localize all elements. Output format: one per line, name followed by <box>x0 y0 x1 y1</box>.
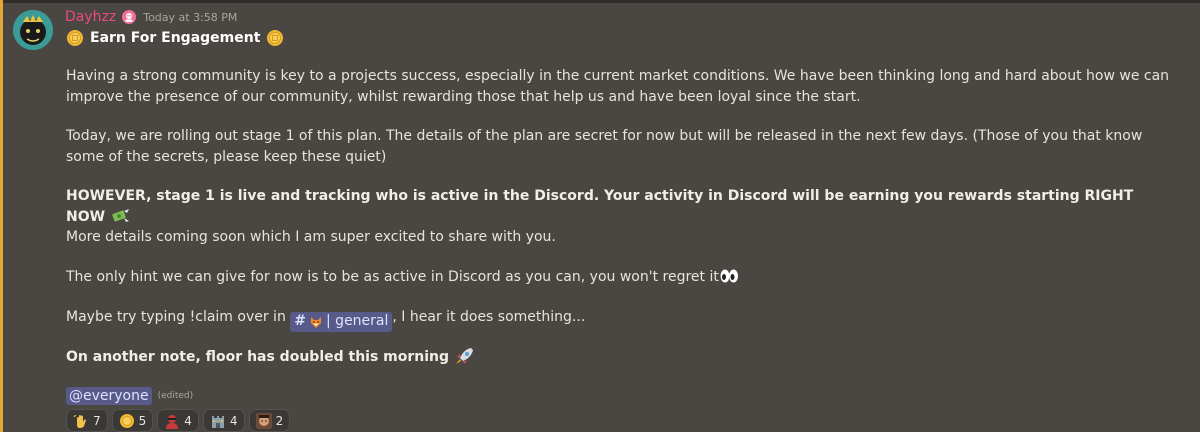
message: Dayhzz Today at 3:58 PM Earn For Engagem… <box>3 3 1198 432</box>
title-row: Earn For Engagement <box>66 27 284 49</box>
paragraph-4: More details coming soon which I am supe… <box>66 229 556 245</box>
timestamp[interactable]: Today at 3:58 PM <box>143 11 237 24</box>
avatar[interactable] <box>13 10 53 50</box>
channel-name: | general <box>326 313 389 329</box>
discord-message-frame: Dayhzz Today at 3:58 PM Earn For Engagem… <box>0 0 1200 432</box>
message-header: Dayhzz Today at 3:58 PM <box>65 8 237 26</box>
paragraph-5: The only hint we can give for now is to … <box>66 267 1171 288</box>
reactions: 7 5 4 4 2 <box>66 409 291 432</box>
avatar-image-icon <box>13 10 53 50</box>
rocket-icon <box>455 348 473 364</box>
waving-hand-icon <box>73 414 86 428</box>
paragraph-3: HOWEVER, stage 1 is live and tracking wh… <box>66 186 1171 228</box>
face-avatar-icon <box>255 412 272 429</box>
paragraph-3-text: HOWEVER, stage 1 is live and tracking wh… <box>66 188 1134 225</box>
reaction-count: 2 <box>275 413 284 428</box>
reaction-castle[interactable]: 4 <box>202 409 245 432</box>
reaction-waving-hand[interactable]: 7 <box>66 409 108 432</box>
username[interactable]: Dayhzz <box>65 9 116 25</box>
coin-icon <box>67 30 83 46</box>
reaction-coin[interactable]: 5 <box>111 409 154 432</box>
paragraph-2: Today, we are rolling out stage 1 of thi… <box>66 128 1143 165</box>
message-title: Earn For Engagement <box>90 30 261 46</box>
role-badge-icon[interactable] <box>121 9 137 25</box>
castle-icon <box>211 415 224 428</box>
reaction-count: 5 <box>138 413 147 428</box>
paragraph-7: On another note, floor has doubled this … <box>66 347 1171 368</box>
coin-icon <box>119 413 134 428</box>
paragraph-6: Maybe try typing !claim over in # | gene… <box>66 307 1171 332</box>
paragraph-6-after: , I hear it does something... <box>392 309 586 325</box>
channel-mention-general[interactable]: # | general <box>290 311 393 332</box>
paragraph-1: Having a strong community is key to a pr… <box>66 68 1170 105</box>
paragraph-5-text: The only hint we can give for now is to … <box>66 269 719 285</box>
money-with-wings-icon <box>112 209 129 222</box>
paragraph-7-text: On another note, floor has doubled this … <box>66 349 450 365</box>
paragraph-6-before: Maybe try typing !claim over in <box>66 309 286 325</box>
reaction-count: 4 <box>229 413 238 428</box>
reaction-count: 7 <box>93 413 101 428</box>
channel-hash: # <box>294 313 307 329</box>
everyone-mention[interactable]: @everyone <box>66 387 152 405</box>
person-mask-icon <box>166 414 179 429</box>
eyes-icon <box>720 269 738 283</box>
everyone-row: @everyone (edited) <box>66 387 193 405</box>
reaction-face-avatar[interactable]: 2 <box>248 409 291 432</box>
reaction-count: 4 <box>184 413 192 428</box>
coin-icon <box>267 30 284 46</box>
reaction-person-mask[interactable]: 4 <box>157 409 199 432</box>
fox-icon <box>311 316 322 328</box>
edited-label: (edited) <box>157 391 194 401</box>
